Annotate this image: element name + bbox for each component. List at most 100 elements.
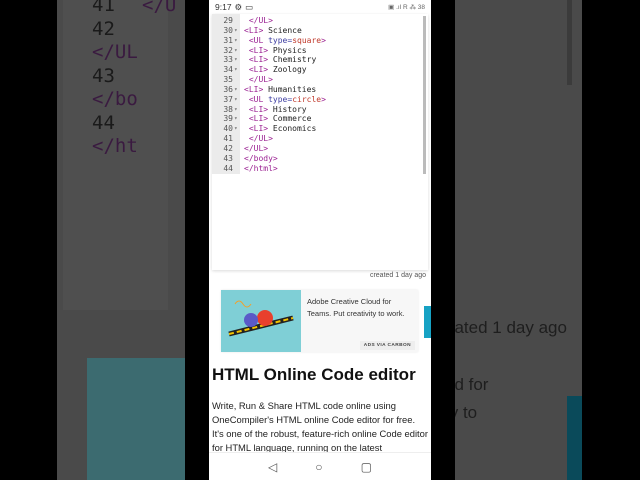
code-line[interactable]: 29 </UL> [212,16,326,26]
background-accent [567,396,582,480]
editor-scrollbar[interactable] [423,16,426,174]
code-token: <LI> [248,114,269,124]
fold-arrow-icon[interactable] [234,164,244,174]
code-line[interactable]: 35 </UL> [212,75,326,85]
clock: 9:17 [215,1,232,12]
code-text: </UL> [244,134,273,144]
line-number: 43 [223,153,233,163]
code-text: <LI> Chemistry [244,55,316,65]
fold-arrow-icon[interactable]: ▾ [234,105,244,115]
ad-illustration-icon [228,300,294,337]
fold-arrow-icon[interactable] [234,144,244,154]
code-text: </UL> [244,75,273,85]
code-line[interactable]: 43 </body> [212,154,326,164]
code-line[interactable]: 41 </UL> [212,134,326,144]
status-icons: ▣ .ıl R ⁂ 38 [388,4,425,11]
background-code-line: 42</UL [92,18,185,65]
code-token: circle [292,94,322,104]
code-line[interactable]: 31 ▾ <UL type=square> [212,36,326,46]
fold-arrow-icon[interactable]: ▾ [234,124,244,134]
code-token: <UL [248,94,269,104]
code-text: <UL type=square> [244,36,326,46]
fold-arrow-icon[interactable] [234,16,244,26]
fold-arrow-icon[interactable]: ▾ [234,114,244,124]
code-token: <UL [248,35,269,45]
code-text: <LI> Zoology [244,65,307,75]
fold-arrow-icon[interactable]: ▾ [234,46,244,56]
code-line[interactable]: 36 ▾ <LI> Humanities [212,85,326,95]
code-token: Economics [268,124,317,134]
code-token: <LI> [244,25,264,35]
background-scrollbar [567,0,572,85]
background-ad-text: ty to [455,403,478,422]
fold-arrow-icon[interactable]: ▾ [234,55,244,65]
fold-arrow-icon[interactable]: ▾ [234,95,244,105]
ads-via-carbon-link[interactable]: ADS VIA CARBON [359,341,415,350]
code-line[interactable]: 42 </UL> [212,144,326,154]
line-number: 29 [223,16,233,25]
code-line[interactable]: 44 </html> [212,164,326,174]
code-token: <LI> [244,84,264,94]
back-icon[interactable]: ◁ [268,460,277,474]
line-number: 42 [223,143,233,153]
line-number: 39 [223,114,233,124]
line-number: 35 [223,75,233,85]
code-token: History [268,104,307,114]
camera-icon: ▭ [245,1,254,12]
code-token: Commerce [268,114,312,124]
line-number: 41 [223,134,233,144]
side-tab[interactable] [424,306,431,338]
code-text: <LI> Commerce [244,114,312,124]
code-text: <LI> Physics [244,46,307,56]
code-line[interactable]: 38 ▾ <LI> History [212,105,326,115]
code-line[interactable]: 39 ▾ <LI> Commerce [212,114,326,124]
code-text: <UL type=circle> [244,95,326,105]
code-line[interactable]: 40 ▾ <LI> Economics [212,124,326,134]
code-token: square [292,35,322,45]
fold-arrow-icon[interactable]: ▾ [234,65,244,75]
home-icon[interactable]: ○ [315,460,322,474]
code-token: > [321,35,326,45]
background-ad-text: ud for [455,375,489,394]
code-token: <LI> [248,124,269,134]
ad-text[interactable]: Adobe Creative Cloud for Teams. Put crea… [307,296,412,320]
background-code-text: </U [142,0,177,16]
carbon-ad[interactable]: Adobe Creative Cloud for Teams. Put crea… [221,290,418,352]
fold-arrow-icon[interactable] [234,154,244,164]
code-editor[interactable]: 29 </UL> 30 ▾ <LI> Science 31 ▾ <UL type=squa… [212,14,428,270]
code-token: <LI> [248,104,269,114]
background-code-line: 44</ht [92,112,185,159]
fold-arrow-icon[interactable]: ▾ [234,26,244,36]
code-text: </UL> [244,16,273,26]
status-bar: 9:17 ⚙ ▭ ▣ .ıl R ⁂ 38 [209,0,431,14]
code-token: type= [268,94,293,104]
fold-arrow-icon[interactable]: ▾ [234,36,244,46]
fold-arrow-icon[interactable] [234,75,244,85]
background-code-text: </ht [92,135,138,157]
background-line-number: 44 [92,111,115,134]
ad-image[interactable] [221,290,301,352]
line-number: 31 [223,35,233,45]
settings-icon: ⚙ [234,1,243,12]
code-token: </html> [244,163,278,173]
code-line[interactable]: 32 ▾ <LI> Physics [212,46,326,56]
code-token: </UL> [248,75,273,85]
description-paragraph: Write, Run & Share HTML code online usin… [212,400,428,453]
code-token: Zoology [268,65,307,75]
code-text: <LI> Humanities [244,85,316,95]
line-number: 37 [223,94,233,104]
fold-arrow-icon[interactable] [234,134,244,144]
code-line[interactable]: 34 ▾ <LI> Zoology [212,65,326,75]
code-line[interactable]: 30 ▾ <LI> Science [212,26,326,36]
code-line[interactable]: 33 ▾ <LI> Chemistry [212,55,326,65]
code-text: </body> [244,154,278,164]
code-token: Humanities [263,84,317,94]
recents-icon[interactable]: ▢ [361,460,372,474]
background-blur-left: 41 </U 42</UL 43</bo 44</ht [57,0,185,480]
background-code-text: </UL [92,41,138,63]
code-line[interactable]: 37 ▾ <UL type=circle> [212,95,326,105]
code-token: <LI> [248,65,269,75]
created-timestamp: created 1 day ago [369,272,426,279]
fold-arrow-icon[interactable]: ▾ [234,85,244,95]
code-token: <LI> [248,45,269,55]
